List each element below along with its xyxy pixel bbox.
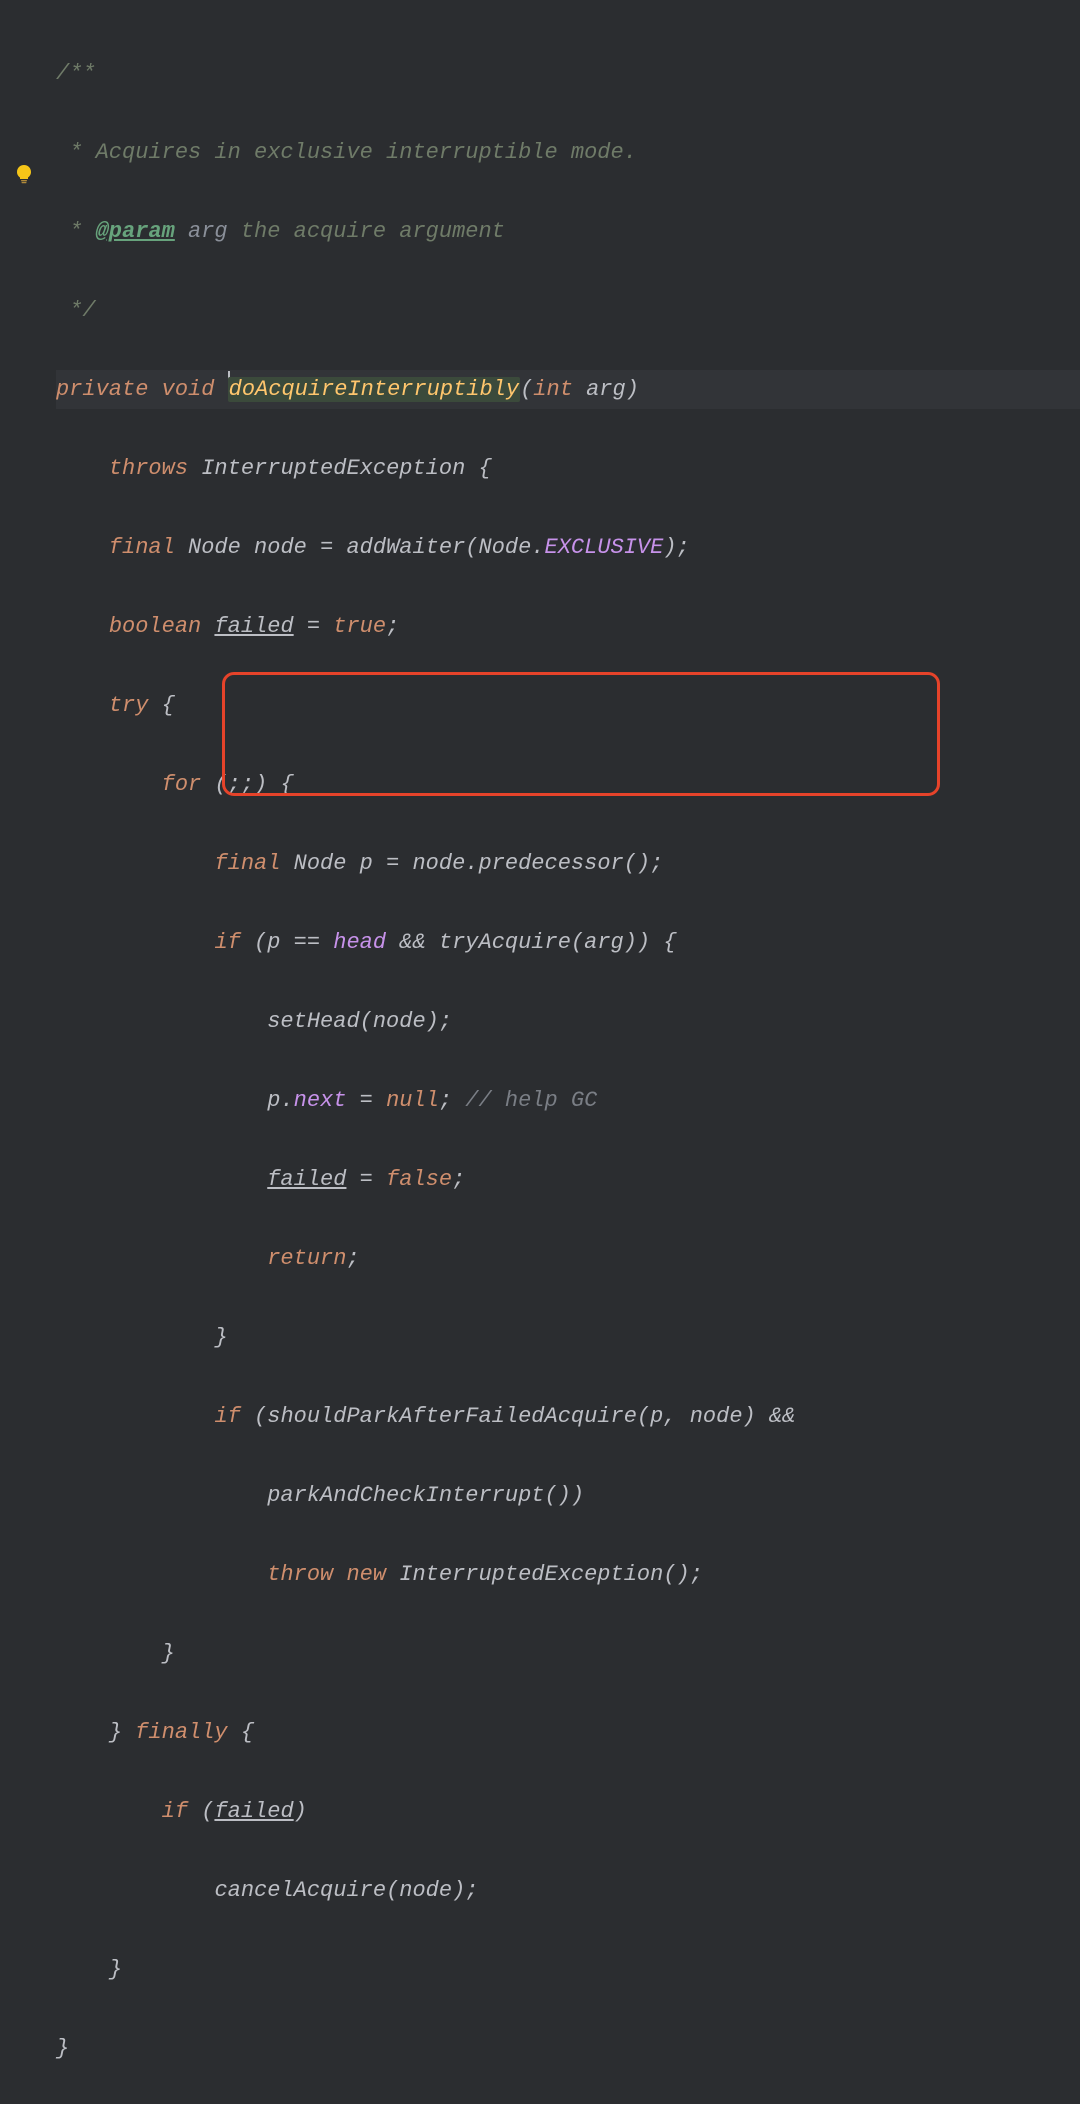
code-line: setHead(node); bbox=[56, 1002, 1080, 1042]
code-line: } bbox=[56, 1318, 1080, 1358]
code-line: * @param arg the acquire argument bbox=[56, 212, 1080, 252]
code-line: } bbox=[56, 1950, 1080, 1990]
code-line: if (shouldParkAfterFailedAcquire(p, node… bbox=[56, 1397, 1080, 1437]
code-line: cancelAcquire(node); bbox=[56, 1871, 1080, 1911]
code-line: failed = false; bbox=[56, 1160, 1080, 1200]
code-line: /** bbox=[56, 54, 1080, 94]
code-editor[interactable]: /** * Acquires in exclusive interruptibl… bbox=[0, 0, 1080, 2104]
lightbulb-icon[interactable] bbox=[14, 164, 34, 184]
code-line: final Node p = node.predecessor(); bbox=[56, 844, 1080, 884]
code-line: throw new InterruptedException(); bbox=[56, 1555, 1080, 1595]
code-line: } bbox=[56, 1634, 1080, 1674]
code-line: */ bbox=[56, 291, 1080, 331]
code-line-current: private void doAcquireInterruptibly(int … bbox=[56, 370, 1080, 410]
code-line: * Acquires in exclusive interruptible mo… bbox=[56, 133, 1080, 173]
code-area[interactable]: /** * Acquires in exclusive interruptibl… bbox=[0, 14, 1080, 2104]
code-line: if (p == head && tryAcquire(arg)) { bbox=[56, 923, 1080, 963]
code-line: } bbox=[56, 2029, 1080, 2069]
code-line: throws InterruptedException { bbox=[56, 449, 1080, 489]
gutter bbox=[0, 0, 44, 2104]
code-line: boolean failed = true; bbox=[56, 607, 1080, 647]
code-line: for (;;) { bbox=[56, 765, 1080, 805]
code-line: return; bbox=[56, 1239, 1080, 1279]
code-line: parkAndCheckInterrupt()) bbox=[56, 1476, 1080, 1516]
code-line: if (failed) bbox=[56, 1792, 1080, 1832]
code-line: try { bbox=[56, 686, 1080, 726]
code-line: final Node node = addWaiter(Node.EXCLUSI… bbox=[56, 528, 1080, 568]
code-line: } finally { bbox=[56, 1713, 1080, 1753]
code-line: p.next = null; // help GC bbox=[56, 1081, 1080, 1121]
